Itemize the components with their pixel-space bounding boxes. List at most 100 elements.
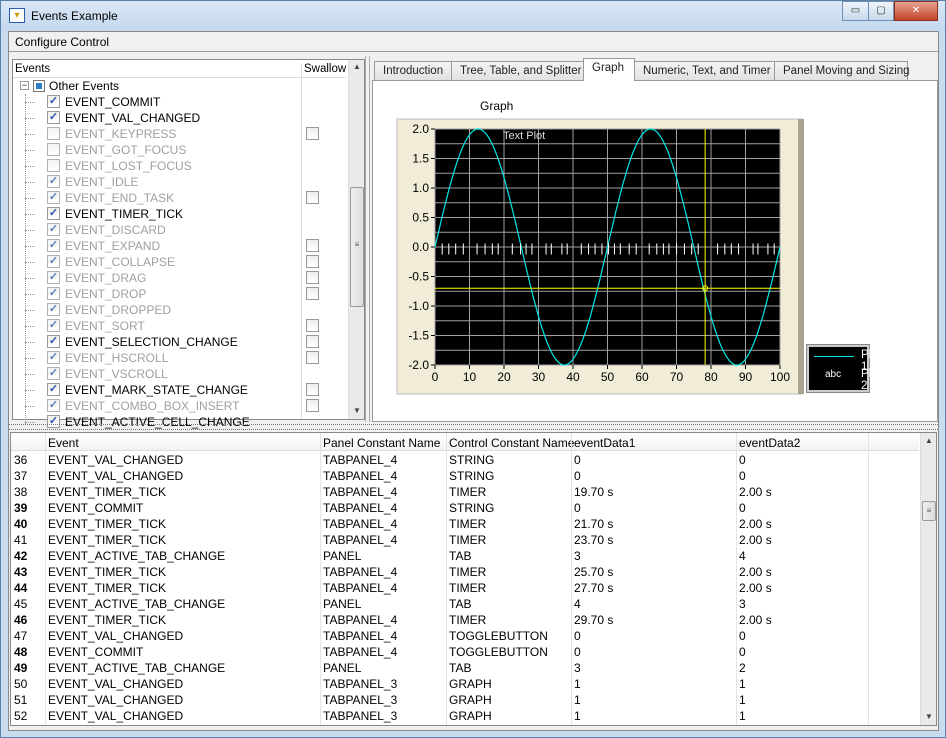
table-row[interactable]: 45 EVENT_ACTIVE_TAB_CHANGE PANEL TAB 4 3: [11, 596, 919, 612]
table-row[interactable]: 49 EVENT_ACTIVE_TAB_CHANGE PANEL TAB 3 2: [11, 660, 919, 676]
tree-item[interactable]: ✓ EVENT_IDLE: [13, 174, 343, 190]
table-cell: TABPANEL_4: [323, 517, 398, 531]
checked-checkbox[interactable]: ✓: [47, 255, 60, 268]
tab-2[interactable]: Graph: [583, 58, 635, 81]
column-header[interactable]: eventData2: [739, 436, 800, 450]
swallow-checkbox[interactable]: [306, 399, 319, 412]
swallow-checkbox[interactable]: [306, 255, 319, 268]
checked-checkbox[interactable]: ✓: [47, 239, 60, 252]
scroll-up-arrow-icon[interactable]: ▲: [349, 62, 365, 71]
checked-checkbox[interactable]: ✓: [47, 175, 60, 188]
table-row[interactable]: 43 EVENT_TIMER_TICK TABPANEL_4 TIMER 25.70 s…: [11, 564, 919, 580]
table-row[interactable]: 51 EVENT_VAL_CHANGED TABPANEL_3 GRAPH 1 1: [11, 692, 919, 708]
events-log-table[interactable]: Event Panel Constant Name Control Constant…: [10, 432, 937, 726]
table-row[interactable]: 39 EVENT_COMMIT TABPANEL_4 STRING 0 0: [11, 500, 919, 516]
table-row[interactable]: 37 EVENT_VAL_CHANGED TABPANEL_4 STRING 0 0: [11, 468, 919, 484]
checked-checkbox[interactable]: ✓: [47, 399, 60, 412]
unchecked-checkbox[interactable]: [47, 143, 60, 156]
tree-item[interactable]: ✓ EVENT_COMMIT: [13, 94, 343, 110]
column-header[interactable]: Control Constant Name: [449, 436, 574, 450]
row-number: 36: [14, 453, 28, 467]
checked-checkbox[interactable]: ✓: [47, 191, 60, 204]
table-row[interactable]: 44 EVENT_TIMER_TICK TABPANEL_4 TIMER 27.70 s…: [11, 580, 919, 596]
tree-scrollbar[interactable]: ▲ ≡ ▼: [348, 60, 364, 419]
table-row[interactable]: 36 EVENT_VAL_CHANGED TABPANEL_4 STRING 0 0: [11, 452, 919, 468]
tree-header-swallow[interactable]: Swallow: [304, 63, 347, 77]
tree-item[interactable]: ✓ EVENT_DRAG: [13, 270, 343, 286]
swallow-checkbox[interactable]: [306, 127, 319, 140]
table-row[interactable]: 52 EVENT_VAL_CHANGED TABPANEL_3 GRAPH 1 1: [11, 708, 919, 724]
tree-item[interactable]: ✓ EVENT_DROPPED: [13, 302, 343, 318]
tree-header-events[interactable]: Events: [15, 63, 51, 77]
menu-configure-control[interactable]: Configure Control: [15, 35, 109, 49]
scroll-down-arrow-icon[interactable]: ▼: [349, 406, 365, 415]
tree-item[interactable]: ✓ EVENT_MARK_STATE_CHANGE: [13, 382, 343, 398]
table-row[interactable]: 47 EVENT_VAL_CHANGED TABPANEL_4 TOGGLEBUTTO…: [11, 628, 919, 644]
swallow-checkbox[interactable]: [306, 335, 319, 348]
partial-check-icon[interactable]: [33, 80, 45, 92]
tree-item[interactable]: ✓ EVENT_VSCROLL: [13, 366, 343, 382]
checked-checkbox[interactable]: ✓: [47, 303, 60, 316]
column-header[interactable]: Event: [48, 436, 79, 450]
tree-item[interactable]: ✓ EVENT_DISCARD: [13, 222, 343, 238]
tree-item[interactable]: ✓ EVENT_TIMER_TICK: [13, 206, 343, 222]
table-row[interactable]: 48 EVENT_COMMIT TABPANEL_4 TOGGLEBUTTON 0 0: [11, 644, 919, 660]
swallow-checkbox[interactable]: [306, 319, 319, 332]
table-row[interactable]: 38 EVENT_TIMER_TICK TABPANEL_4 TIMER 19.70 s…: [11, 484, 919, 500]
checked-checkbox[interactable]: ✓: [47, 95, 60, 108]
collapse-icon[interactable]: −: [20, 81, 29, 90]
column-header[interactable]: eventData1: [574, 436, 635, 450]
checked-checkbox[interactable]: ✓: [47, 207, 60, 220]
tree-item[interactable]: ✓ EVENT_HSCROLL: [13, 350, 343, 366]
scroll-down-arrow-icon[interactable]: ▼: [921, 712, 936, 721]
tree-item[interactable]: EVENT_LOST_FOCUS: [13, 158, 343, 174]
tree-item[interactable]: ✓ EVENT_SORT: [13, 318, 343, 334]
table-row[interactable]: 41 EVENT_TIMER_TICK TABPANEL_4 TIMER 23.70 s…: [11, 532, 919, 548]
close-button[interactable]: ✕: [894, 1, 938, 21]
tab-0[interactable]: Introduction: [374, 61, 452, 80]
unchecked-checkbox[interactable]: [47, 127, 60, 140]
table-row[interactable]: 42 EVENT_ACTIVE_TAB_CHANGE PANEL TAB 3 4: [11, 548, 919, 564]
tab-1[interactable]: Tree, Table, and Splitter: [451, 61, 584, 80]
scroll-thumb[interactable]: ≡: [922, 501, 936, 521]
checked-checkbox[interactable]: ✓: [47, 335, 60, 348]
scroll-up-arrow-icon[interactable]: ▲: [921, 436, 936, 445]
table-row[interactable]: 50 EVENT_VAL_CHANGED TABPANEL_3 GRAPH 1 1: [11, 676, 919, 692]
events-tree[interactable]: Events Swallow − Other Events ✓ EVENT_CO…: [12, 59, 365, 429]
maximize-button[interactable]: ▢: [868, 1, 894, 21]
scroll-thumb[interactable]: ≡: [350, 187, 364, 307]
swallow-checkbox[interactable]: [306, 287, 319, 300]
table-row[interactable]: 46 EVENT_TIMER_TICK TABPANEL_4 TIMER 29.70 s…: [11, 612, 919, 628]
swallow-checkbox[interactable]: [306, 239, 319, 252]
checked-checkbox[interactable]: ✓: [47, 319, 60, 332]
tab-3[interactable]: Numeric, Text, and Timer: [634, 61, 775, 80]
tree-item[interactable]: EVENT_GOT_FOCUS: [13, 142, 343, 158]
horizontal-splitter[interactable]: [9, 424, 938, 430]
tree-item[interactable]: ✓ EVENT_VAL_CHANGED: [13, 110, 343, 126]
tree-item[interactable]: ✓ EVENT_EXPAND: [13, 238, 343, 254]
table-row[interactable]: 40 EVENT_TIMER_TICK TABPANEL_4 TIMER 21.70 s…: [11, 516, 919, 532]
tab-4[interactable]: Panel Moving and Sizing: [774, 61, 910, 80]
column-header[interactable]: Panel Constant Name: [323, 436, 440, 450]
swallow-checkbox[interactable]: [306, 271, 319, 284]
minimize-button[interactable]: ▭: [842, 1, 869, 21]
tree-item[interactable]: ✓ EVENT_COLLAPSE: [13, 254, 343, 270]
swallow-checkbox[interactable]: [306, 351, 319, 364]
swallow-checkbox[interactable]: [306, 383, 319, 396]
checked-checkbox[interactable]: ✓: [47, 367, 60, 380]
checked-checkbox[interactable]: ✓: [47, 111, 60, 124]
tree-item[interactable]: EVENT_KEYPRESS: [13, 126, 343, 142]
swallow-checkbox[interactable]: [306, 191, 319, 204]
checked-checkbox[interactable]: ✓: [47, 351, 60, 364]
tree-item[interactable]: ✓ EVENT_SELECTION_CHANGE: [13, 334, 343, 350]
checked-checkbox[interactable]: ✓: [47, 271, 60, 284]
checked-checkbox[interactable]: ✓: [47, 223, 60, 236]
tree-item[interactable]: ✓ EVENT_END_TASK: [13, 190, 343, 206]
checked-checkbox[interactable]: ✓: [47, 383, 60, 396]
checked-checkbox[interactable]: ✓: [47, 287, 60, 300]
table-scrollbar[interactable]: ▲ ≡ ▼: [920, 433, 936, 725]
tree-item[interactable]: ✓ EVENT_COMBO_BOX_INSERT: [13, 398, 343, 414]
tree-root-other-events[interactable]: − Other Events: [13, 78, 343, 94]
tree-item[interactable]: ✓ EVENT_DROP: [13, 286, 343, 302]
unchecked-checkbox[interactable]: [47, 159, 60, 172]
